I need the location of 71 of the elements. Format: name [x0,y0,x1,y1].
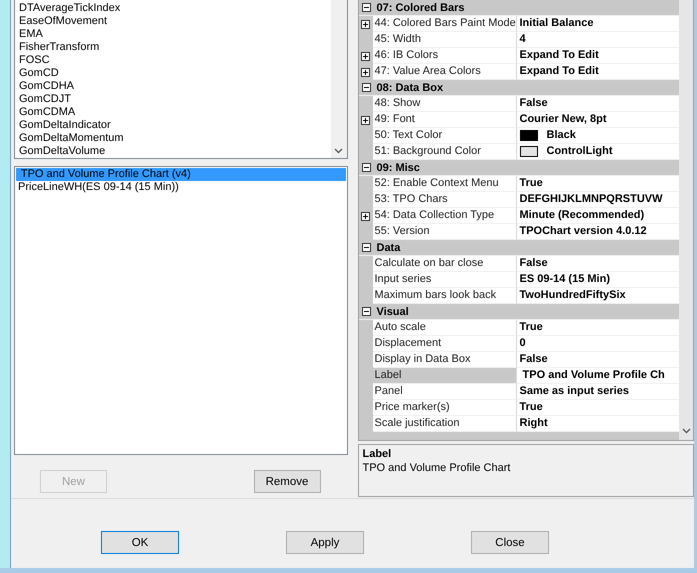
indicator-item[interactable]: EMA [19,28,330,41]
property-name[interactable]: 45: Width [372,32,516,48]
dialog-button[interactable]: OK [101,531,179,554]
property-value[interactable]: Right [520,416,548,431]
applied-indicator-item[interactable]: TPO and Volume Profile Chart (v4) [16,168,346,181]
collapse-icon[interactable] [362,3,370,12]
property-name[interactable]: 50: Text Color [372,128,516,144]
scrollbar[interactable] [679,0,693,440]
property-value[interactable]: 0 [520,336,526,351]
property-value[interactable]: 4 [520,32,526,47]
property-value[interactable]: True [520,400,543,415]
category-title: 09: Misc [376,162,420,174]
property-value[interactable]: False [520,352,548,367]
property-name[interactable]: 54: Data Collection Type [372,208,516,224]
property-name[interactable]: Price marker(s) [372,400,516,416]
collapse-icon[interactable] [362,307,370,316]
dialog-button[interactable]: Close [471,531,549,554]
property-name[interactable]: 49: Font [372,112,516,128]
expand-icon[interactable] [361,52,370,60]
property-name[interactable]: Displacement [372,336,516,352]
property-name[interactable]: 44: Colored Bars Paint Mode [372,16,516,32]
collapse-icon[interactable] [362,243,370,252]
category-title: Visual [376,306,409,318]
property-name[interactable]: Maximum bars look back [372,288,516,304]
chevron-down-icon[interactable] [682,428,690,434]
description-text: TPO and Volume Profile Chart [362,461,512,475]
chevron-down-icon[interactable] [334,148,343,154]
indicator-item[interactable]: GomDeltaVolume [19,145,330,158]
expand-icon[interactable] [361,116,370,124]
property-value[interactable]: True [520,176,543,191]
collapse-icon[interactable] [362,163,370,172]
property-name[interactable]: 55: Version [372,224,516,240]
description-title: Label [362,447,392,461]
indicator-item[interactable]: FOSC [19,54,330,67]
applied-indicator-item[interactable]: PriceLineWH(ES 09-14 (15 Min)) [16,181,346,194]
property-value[interactable]: False [520,96,548,111]
property-name[interactable]: Display in Data Box [372,352,516,368]
category-title: 07: Colored Bars [376,2,465,14]
property-name[interactable]: Label [372,368,516,384]
property-name[interactable]: 52: Enable Context Menu [372,176,516,192]
indicator-item[interactable]: DTAverageTickIndex [19,2,330,15]
property-name[interactable]: 51: Background Color [372,144,516,160]
indicator-item[interactable]: GomCDMA [19,106,330,119]
indicator-item[interactable]: GomDeltaMomentum [19,132,330,145]
expand-icon[interactable] [361,68,370,76]
expand-icon[interactable] [361,212,370,220]
property-value[interactable]: False [520,256,548,271]
property-name[interactable]: Input series [372,272,516,288]
property-value[interactable]: True [520,320,543,335]
dialog-button[interactable]: Apply [286,531,364,554]
property-name[interactable]: 53: TPO Chars [372,192,516,208]
indicator-item[interactable]: GomCDJT [19,93,330,106]
indicator-item[interactable]: GomCDHA [19,80,330,93]
property-name[interactable]: Auto scale [372,320,516,336]
category-title: Data [376,242,400,254]
expand-icon[interactable] [361,20,370,28]
property-value[interactable]: Black [546,128,576,143]
scrollbar[interactable] [330,0,346,158]
indicator-item[interactable]: EaseOfMovement [19,15,330,28]
property-name[interactable]: 47: Value Area Colors [372,64,516,80]
property-name[interactable]: Scale justification [372,416,516,432]
indicator-item[interactable]: GomCD [19,67,330,80]
property-name[interactable]: Calculate on bar close [372,256,516,272]
indicator-item[interactable]: FisherTransform [19,41,330,54]
list-button[interactable]: Remove [254,470,320,493]
property-name[interactable]: 46: IB Colors [372,48,516,64]
property-name[interactable]: 48: Show [372,96,516,112]
category-title: 08: Data Box [376,82,444,94]
property-name[interactable]: Panel [372,384,516,400]
indicator-item[interactable]: GomDeltaIndicator [19,119,330,132]
collapse-icon[interactable] [362,83,370,92]
